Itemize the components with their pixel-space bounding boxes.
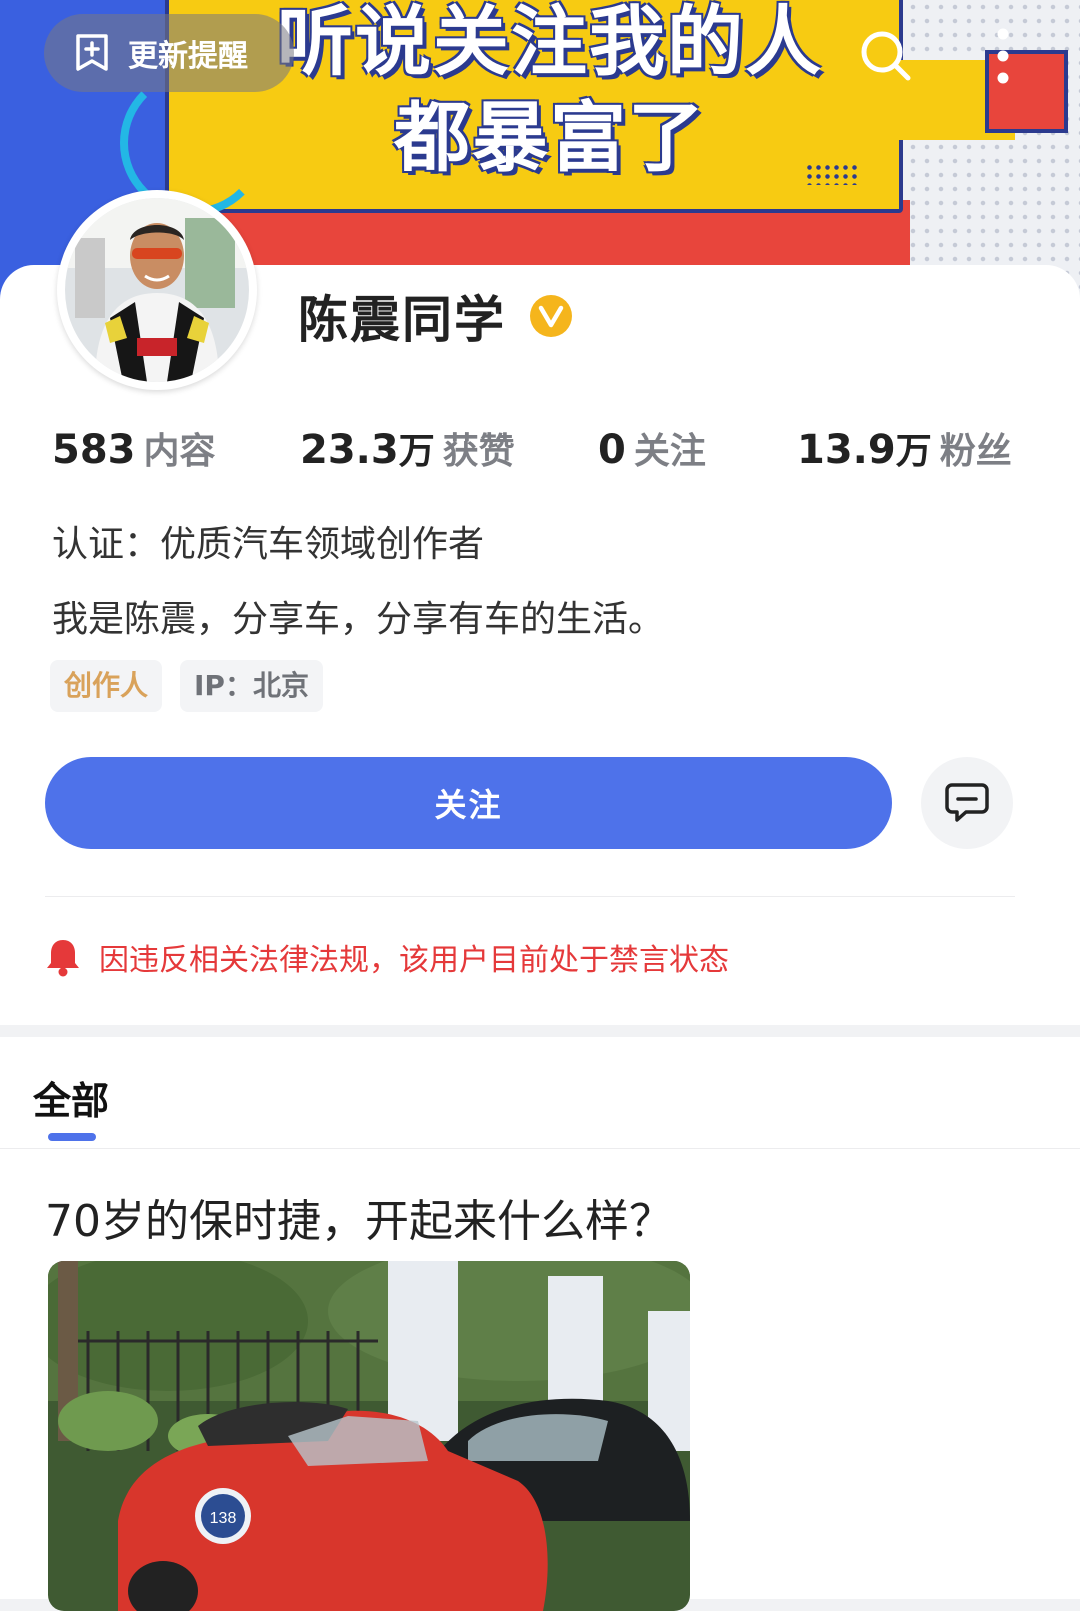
stat-following[interactable]: 0 关注 <box>598 422 706 474</box>
stat-value: 23.3 <box>300 427 399 473</box>
stat-label: 粉丝 <box>939 431 1012 472</box>
stat-label: 获赞 <box>442 431 515 472</box>
avatar[interactable] <box>57 190 257 390</box>
message-button[interactable] <box>921 757 1013 849</box>
post-thumbnail[interactable]: 138 <box>48 1261 690 1611</box>
verified-icon <box>530 295 572 337</box>
svg-text:138: 138 <box>210 1510 237 1527</box>
mute-warning: 因违反相关法律法规，该用户目前处于禁言状态 <box>45 935 729 979</box>
tab-all[interactable]: 全部 <box>33 1070 109 1125</box>
stat-likes[interactable]: 23.3万 获赞 <box>300 422 515 474</box>
bell-icon <box>47 940 79 977</box>
more-vertical-icon[interactable] <box>995 26 1011 90</box>
stat-value: 0 <box>598 427 626 473</box>
stat-content[interactable]: 583 内容 <box>52 422 216 474</box>
banner-line-2: 都暴富了 <box>394 93 706 182</box>
mute-warning-text: 因违反相关法律法规，该用户目前处于禁言状态 <box>99 943 729 978</box>
stat-label: 内容 <box>143 431 216 472</box>
tab-divider <box>0 1148 1080 1149</box>
chat-bubble-icon <box>945 783 989 822</box>
ip-location-tag: IP：北京 <box>180 660 323 712</box>
follow-button[interactable]: 关注 <box>45 757 892 849</box>
tab-active-indicator <box>48 1133 96 1141</box>
profile-name: 陈震同学 <box>298 291 506 349</box>
search-icon[interactable] <box>858 28 914 88</box>
stat-unit: 万 <box>895 431 932 472</box>
bookmark-add-icon <box>76 34 108 71</box>
stat-label: 关注 <box>633 431 706 472</box>
bio-text: 我是陈震，分享车，分享有车的生活。 <box>52 599 665 640</box>
stat-followers[interactable]: 13.9万 粉丝 <box>797 422 1012 474</box>
creator-tag[interactable]: 创作人 <box>50 660 163 712</box>
stat-value: 13.9 <box>797 427 896 473</box>
post-title[interactable]: 70岁的保时捷，开起来什么样？ <box>45 1185 673 1249</box>
update-reminder-button[interactable]: 更新提醒 <box>44 14 294 92</box>
profile-name-row: 陈震同学 <box>298 280 572 352</box>
stat-value: 583 <box>52 427 136 473</box>
banner-slogan: 听说关注我的人 都暴富了 <box>265 0 835 186</box>
profile-stats: 583 内容 23.3万 获赞 0 关注 13.9万 粉丝 <box>52 422 1032 482</box>
stat-unit: 万 <box>398 431 435 472</box>
update-reminder-label: 更新提醒 <box>128 39 248 74</box>
banner-line-1: 听说关注我的人 <box>277 0 823 86</box>
content-feed: 全部 70岁的保时捷，开起来什么样？ 138 <box>0 1037 1080 1611</box>
section-divider <box>45 896 1015 897</box>
certification-text: 认证：优质汽车领域创作者 <box>52 524 485 565</box>
